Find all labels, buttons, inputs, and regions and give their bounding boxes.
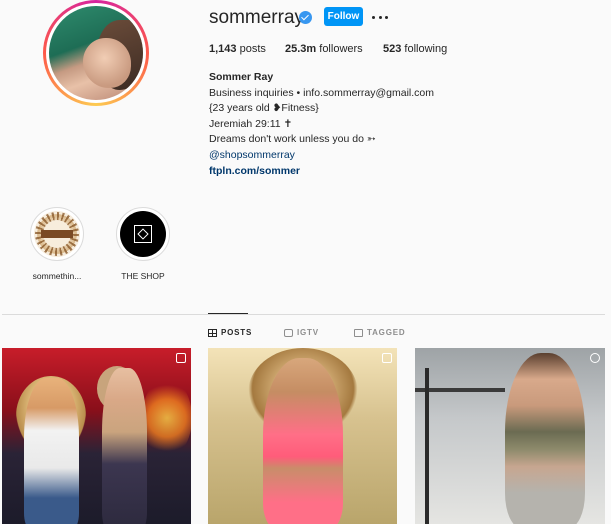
tab-label: POSTS — [221, 328, 253, 337]
following-count-value: 523 — [383, 43, 402, 55]
bio-mention-link[interactable]: @shopsommerray — [209, 148, 434, 164]
divider — [2, 314, 605, 315]
profile-bio: Sommer Ray Business inquiries • info.som… — [209, 70, 434, 179]
post-thumbnail[interactable] — [208, 348, 397, 524]
full-name: Sommer Ray — [209, 71, 274, 83]
follow-button[interactable]: Follow — [324, 7, 363, 26]
username: sommerray — [209, 7, 305, 28]
tab-label: TAGGED — [367, 328, 406, 337]
bio-line: Jeremiah 29:11 ✝ — [209, 117, 293, 130]
multiple-photos-icon — [176, 353, 186, 363]
posts-count-label: posts — [236, 43, 266, 55]
bio-line: Business inquiries • info.sommerray@gmai… — [209, 86, 434, 99]
highlight-label: THE SHOP — [121, 271, 165, 281]
tab-label: IGTV — [297, 328, 319, 337]
tab-posts[interactable]: POSTS — [208, 328, 252, 337]
active-tab-indicator — [208, 313, 248, 314]
post-thumbnail[interactable] — [2, 348, 191, 524]
more-options-icon[interactable] — [372, 10, 388, 24]
verified-badge-icon — [299, 11, 312, 24]
bio-line: Dreams don't work unless you do ➳ — [209, 133, 376, 146]
multiple-photos-icon — [382, 353, 392, 363]
following-link[interactable]: 523 following — [383, 43, 447, 55]
bio-line: {23 years old ❥Fitness} — [209, 102, 319, 115]
highlight-label: sommethin... — [32, 271, 82, 281]
tab-tagged[interactable]: TAGGED — [354, 328, 405, 337]
igtv-icon — [284, 328, 293, 337]
followers-link[interactable]: 25.3m followers — [285, 43, 363, 55]
sun-logo-icon — [34, 211, 80, 257]
grid-icon — [208, 328, 217, 337]
tag-icon — [354, 328, 363, 337]
post-thumbnail[interactable] — [415, 348, 605, 524]
highlight-item[interactable]: THE SHOP — [115, 207, 171, 281]
following-count-label: following — [401, 43, 448, 55]
posts-count: 1,143 posts — [209, 43, 266, 55]
profile-avatar[interactable] — [43, 0, 149, 106]
followers-count-value: 25.3m — [285, 43, 317, 55]
posts-count-value: 1,143 — [209, 43, 237, 55]
reel-icon — [590, 353, 600, 363]
followers-count-label: followers — [316, 43, 363, 55]
shop-logo-icon — [120, 211, 166, 257]
highlight-item[interactable]: sommethin... — [29, 207, 85, 281]
tab-igtv[interactable]: IGTV — [284, 328, 319, 337]
bio-website-link[interactable]: ftpln.com/sommer — [209, 164, 434, 180]
